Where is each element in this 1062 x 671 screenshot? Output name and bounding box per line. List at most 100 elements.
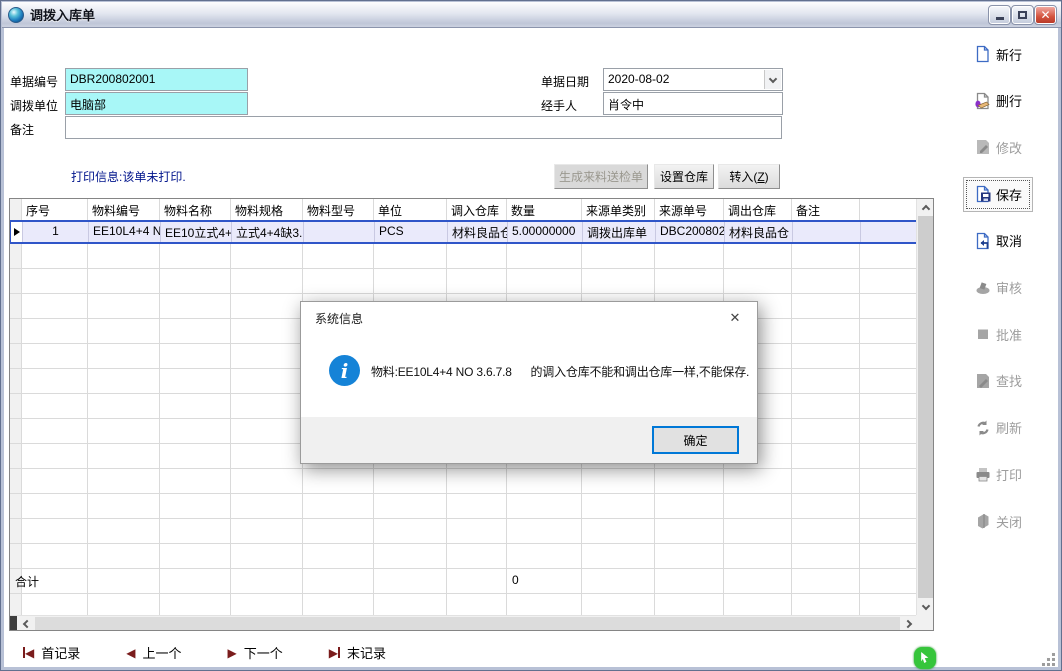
column-header[interactable]: 物料名称 [160,199,231,220]
column-header[interactable]: 备注 [792,199,860,220]
sidebar-button-label: 刷新 [996,418,1022,437]
grid-cell[interactable]: DBC200802 [656,222,725,242]
modify-button[interactable]: 修改 [939,125,1057,169]
tray-status-icon[interactable] [914,647,936,669]
grid-cell[interactable]: 5.00000000 [508,222,583,242]
grid-cell [88,569,160,593]
save-button[interactable]: 保存 [939,172,1057,216]
column-header[interactable]: 数量 [507,199,582,220]
grid-cell [582,494,655,518]
print-button[interactable]: 打印 [939,452,1057,496]
column-header[interactable]: 调入仓库 [447,199,507,220]
grid-cell [374,494,447,518]
grid-cell[interactable] [861,222,919,242]
close-button[interactable]: ✕ [1035,6,1056,24]
grid-cell[interactable]: 调拨出库单 [583,222,656,242]
grid-cell [231,369,303,393]
selected-data-row[interactable]: 1EE10L4+4 NEE10立式4+立式4+4缺3.PCS材料良品仓5.000… [10,220,918,244]
scrollbar-corner [916,615,933,631]
row-selector-cell [10,319,22,343]
empty-grid-row [10,594,918,615]
doc-no-field[interactable]: DBR200802001 [65,68,248,91]
grid-cell[interactable]: 1 [23,222,89,242]
first-record-button[interactable]: ◀ 首记录 [23,643,80,662]
grid-cell[interactable]: EE10立式4+ [161,222,232,242]
previous-record-button[interactable]: ◀ 上一个 [126,643,181,662]
close-button[interactable]: 关闭 [939,499,1057,543]
transfer-in-button[interactable]: 转入(Z) [718,164,780,189]
maximize-button[interactable] [1012,6,1033,24]
new-row-button[interactable]: 新行 [939,32,1057,76]
grid-cell[interactable]: 材料良品仓 [725,222,793,242]
column-header[interactable] [860,199,918,220]
scroll-left-button[interactable] [17,616,34,631]
grid-cell[interactable] [304,222,375,242]
column-header[interactable]: 物料规格 [231,199,303,220]
minimize-button[interactable] [989,6,1010,24]
grid-cell [582,269,655,293]
column-header[interactable]: 来源单类别 [582,199,655,220]
audit-button[interactable]: 审核 [939,266,1057,310]
sidebar-button-label: 取消 [996,231,1022,250]
horizontal-scroll-thumb[interactable] [35,617,900,631]
window-title: 调拨入库单 [30,5,95,24]
column-header[interactable]: 单位 [374,199,447,220]
handler-field[interactable]: 肖令中 [603,92,783,115]
titlebar: 调拨入库单 ✕ [2,2,1062,28]
grid-cell[interactable] [793,222,861,242]
grid-cell [447,269,507,293]
date-combobox[interactable]: 2020-08-02 [603,68,783,91]
grid-cell [582,544,655,568]
scroll-up-button[interactable] [917,199,934,216]
column-header[interactable]: 序号 [22,199,88,220]
grid-cell [792,344,860,368]
delete-row-button[interactable]: 删行 [939,79,1057,123]
approve-button[interactable]: 批准 [939,312,1057,356]
last-record-button[interactable]: ▶ 末记录 [329,643,386,662]
refresh-button[interactable]: 刷新 [939,406,1057,450]
vertical-scroll-thumb[interactable] [918,216,933,598]
column-header[interactable]: 来源单号 [655,199,724,220]
empty-grid-row [10,544,918,569]
next-record-icon: ▶ [228,647,237,659]
grid-cell [88,594,160,615]
grid-cell[interactable]: PCS [375,222,448,242]
dialog-footer: 确定 [301,417,757,463]
sidebar-button-label: 审核 [996,278,1022,297]
grid-cell [655,269,724,293]
row-selector-cell [10,494,22,518]
ok-button[interactable]: 确定 [652,426,739,454]
vertical-scrollbar[interactable] [916,199,933,615]
scroll-down-button[interactable] [917,598,934,615]
unit-field[interactable]: 电脑部 [65,92,248,115]
grid-cell [507,494,582,518]
grid-cell [88,544,160,568]
column-header[interactable]: 物料编号 [88,199,160,220]
next-record-button[interactable]: ▶ 下一个 [228,643,283,662]
grid-cell [160,569,231,593]
grid-cell [88,419,160,443]
chevron-up-icon [921,205,929,213]
grid-cell [231,494,303,518]
resize-grip[interactable] [1042,653,1055,666]
column-header[interactable]: 物料型号 [303,199,374,220]
column-header[interactable]: 调出仓库 [724,199,792,220]
generate-inspection-button[interactable]: 生成来料送检单 [554,164,648,189]
dialog-close-icon[interactable]: ✕ [725,308,745,328]
chevron-right-icon [904,620,912,628]
grid-cell [231,444,303,468]
find-button[interactable]: 查找 [939,359,1057,403]
grid-cell[interactable]: 材料良品仓 [448,222,508,242]
grid-cell [447,544,507,568]
set-warehouse-button[interactable]: 设置仓库 [654,164,714,189]
grid-cell [860,594,918,615]
horizontal-scrollbar[interactable] [10,615,918,631]
grid-cell[interactable]: EE10L4+4 N [89,222,161,242]
grid-cell [792,569,860,593]
cancel-button[interactable]: 取消 [939,219,1057,263]
grid-cell[interactable]: 立式4+4缺3. [232,222,304,242]
date-dropdown-button[interactable] [764,70,781,89]
remark-field[interactable] [65,116,782,139]
grid-cell [374,519,447,543]
grid-splitter[interactable] [10,616,17,631]
